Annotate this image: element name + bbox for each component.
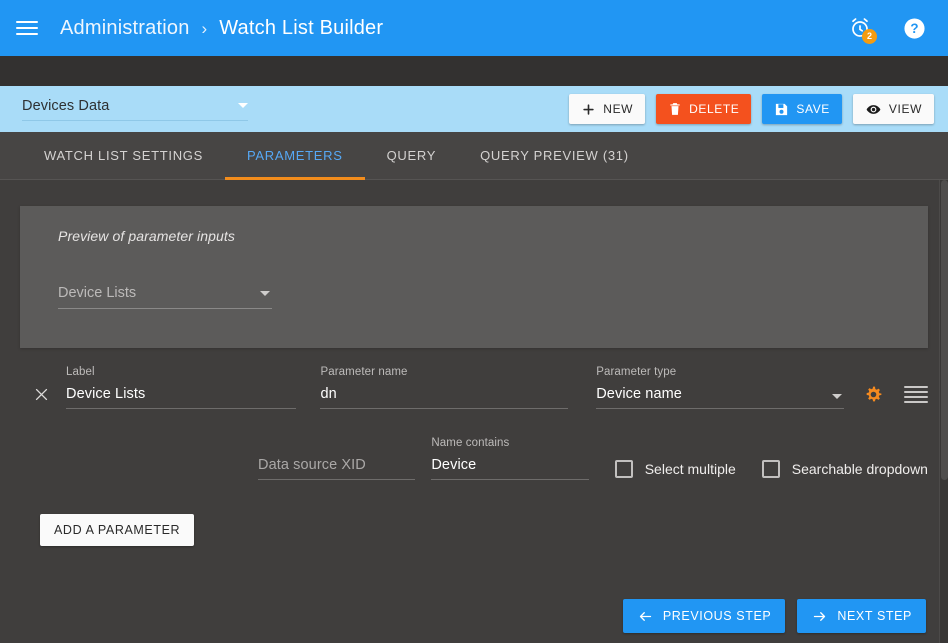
checkbox-box-icon bbox=[614, 460, 633, 478]
plus-icon bbox=[581, 102, 596, 117]
tab-label: WATCH LIST SETTINGS bbox=[44, 148, 203, 163]
previous-step-label: PREVIOUS STEP bbox=[662, 609, 772, 623]
tab-query[interactable]: QUERY bbox=[365, 132, 459, 179]
next-step-label: NEXT STEP bbox=[837, 609, 912, 623]
chevron-right-icon: › bbox=[201, 18, 208, 38]
gear-icon[interactable] bbox=[862, 383, 884, 405]
searchable-dropdown-checkbox[interactable]: Searchable dropdown bbox=[761, 460, 928, 478]
drag-bar bbox=[904, 386, 928, 388]
chevron-down-icon bbox=[260, 291, 270, 296]
svg-text:?: ? bbox=[910, 21, 918, 36]
drag-bar bbox=[904, 396, 928, 398]
breadcrumb-current: Watch List Builder bbox=[219, 16, 384, 39]
add-parameter-button[interactable]: ADD A PARAMETER bbox=[40, 514, 195, 546]
parameters-panel: Preview of parameter inputs Device Lists… bbox=[0, 180, 948, 643]
tab-label: PARAMETERS bbox=[246, 148, 343, 163]
parameter-row-bottom: Data source XID Name contains Device Sel… bbox=[20, 437, 928, 480]
tab-label: QUERY bbox=[386, 148, 437, 163]
parameter-type-value[interactable]: Device name bbox=[596, 386, 844, 409]
previous-step-button[interactable]: PREVIOUS STEP bbox=[622, 599, 786, 633]
parameter-name-input[interactable]: dn bbox=[320, 386, 569, 409]
scrollbar-thumb[interactable] bbox=[941, 180, 948, 480]
next-step-button[interactable]: NEXT STEP bbox=[797, 599, 926, 633]
watchlist-select-value: Devices Data bbox=[22, 98, 110, 114]
preview-select-placeholder: Device Lists bbox=[58, 285, 137, 301]
add-parameter-label: ADD A PARAMETER bbox=[54, 523, 181, 537]
eye-icon bbox=[865, 102, 882, 117]
header-strip bbox=[0, 56, 948, 86]
tab-watch-list-settings[interactable]: WATCH LIST SETTINGS bbox=[22, 132, 225, 179]
parameter-name-caption: Parameter name bbox=[320, 366, 408, 378]
parameter-checkboxes: Select multiple Searchable dropdown bbox=[614, 460, 928, 480]
new-button[interactable]: NEW bbox=[569, 94, 646, 124]
select-multiple-checkbox[interactable]: Select multiple bbox=[614, 460, 736, 478]
view-button-label: VIEW bbox=[888, 102, 922, 116]
help-circle-icon[interactable]: ? bbox=[900, 14, 928, 42]
name-contains-caption: Name contains bbox=[431, 437, 510, 449]
chevron-down-icon bbox=[832, 394, 842, 399]
floppy-disk-icon bbox=[774, 102, 789, 117]
parameter-label-field[interactable]: Label Device Lists bbox=[66, 366, 297, 409]
tab-query-preview[interactable]: QUERY PREVIEW (31) bbox=[458, 132, 651, 179]
save-button-label: SAVE bbox=[796, 102, 830, 116]
breadcrumb: Administration › Watch List Builder bbox=[60, 17, 383, 40]
name-contains-input[interactable]: Device bbox=[431, 457, 589, 480]
hamburger-bar bbox=[16, 33, 38, 35]
alarm-badge-count: 2 bbox=[862, 29, 877, 44]
drag-bar bbox=[904, 391, 928, 393]
checkbox-box-icon bbox=[761, 460, 780, 478]
parameter-name-field[interactable]: Parameter name dn bbox=[320, 366, 569, 409]
arrow-right-icon bbox=[811, 609, 828, 624]
tab-parameters[interactable]: PARAMETERS bbox=[224, 132, 365, 180]
delete-button[interactable]: DELETE bbox=[656, 94, 752, 124]
searchable-dropdown-label: Searchable dropdown bbox=[791, 461, 928, 477]
preview-device-lists-select[interactable]: Device Lists bbox=[58, 284, 272, 309]
remove-parameter-button[interactable] bbox=[28, 381, 54, 407]
parameter-type-field[interactable]: Parameter type Device name bbox=[596, 366, 844, 409]
hamburger-bar bbox=[16, 21, 38, 23]
parameter-row-top: Label Device Lists Parameter name dn Par… bbox=[20, 366, 928, 409]
app-header: Administration › Watch List Builder 2 ? bbox=[0, 0, 948, 56]
parameter-preview-card: Preview of parameter inputs Device Lists bbox=[20, 206, 928, 348]
hamburger-bar bbox=[16, 27, 38, 29]
new-button-label: NEW bbox=[603, 102, 634, 116]
drag-handle-icon[interactable] bbox=[904, 386, 928, 403]
name-contains-field[interactable]: Name contains Device bbox=[431, 437, 589, 480]
parameter-label-caption: Label bbox=[66, 366, 95, 378]
parameter-row: Label Device Lists Parameter name dn Par… bbox=[0, 348, 948, 546]
watchlist-toolbar: Devices Data NEW DELETE SAVE VIEW bbox=[0, 86, 948, 132]
header-actions: 2 ? bbox=[846, 14, 932, 44]
view-button[interactable]: VIEW bbox=[852, 94, 934, 124]
tab-bar: WATCH LIST SETTINGS PARAMETERS QUERY QUE… bbox=[0, 132, 948, 180]
trash-icon bbox=[668, 101, 682, 117]
toolbar-actions: NEW DELETE SAVE VIEW bbox=[569, 94, 934, 124]
delete-button-label: DELETE bbox=[689, 102, 740, 116]
alarm-clock-icon[interactable]: 2 bbox=[846, 14, 877, 44]
arrow-left-icon bbox=[637, 609, 654, 624]
tab-label: QUERY PREVIEW (31) bbox=[480, 148, 629, 163]
parameter-type-caption: Parameter type bbox=[596, 366, 677, 378]
breadcrumb-parent[interactable]: Administration bbox=[60, 17, 190, 40]
save-button[interactable]: SAVE bbox=[762, 94, 842, 124]
vertical-scrollbar[interactable] bbox=[939, 180, 948, 643]
chevron-down-icon bbox=[238, 103, 248, 108]
watchlist-select[interactable]: Devices Data bbox=[22, 97, 248, 121]
step-navigation: PREVIOUS STEP NEXT STEP bbox=[622, 599, 926, 633]
drag-bar bbox=[904, 401, 928, 403]
preview-title: Preview of parameter inputs bbox=[58, 228, 236, 244]
data-source-xid-input[interactable]: Data source XID bbox=[258, 457, 416, 480]
data-source-xid-field[interactable]: Data source XID bbox=[258, 457, 416, 480]
parameter-label-input[interactable]: Device Lists bbox=[66, 386, 297, 409]
select-multiple-label: Select multiple bbox=[644, 461, 736, 477]
hamburger-menu-icon[interactable] bbox=[16, 16, 40, 40]
